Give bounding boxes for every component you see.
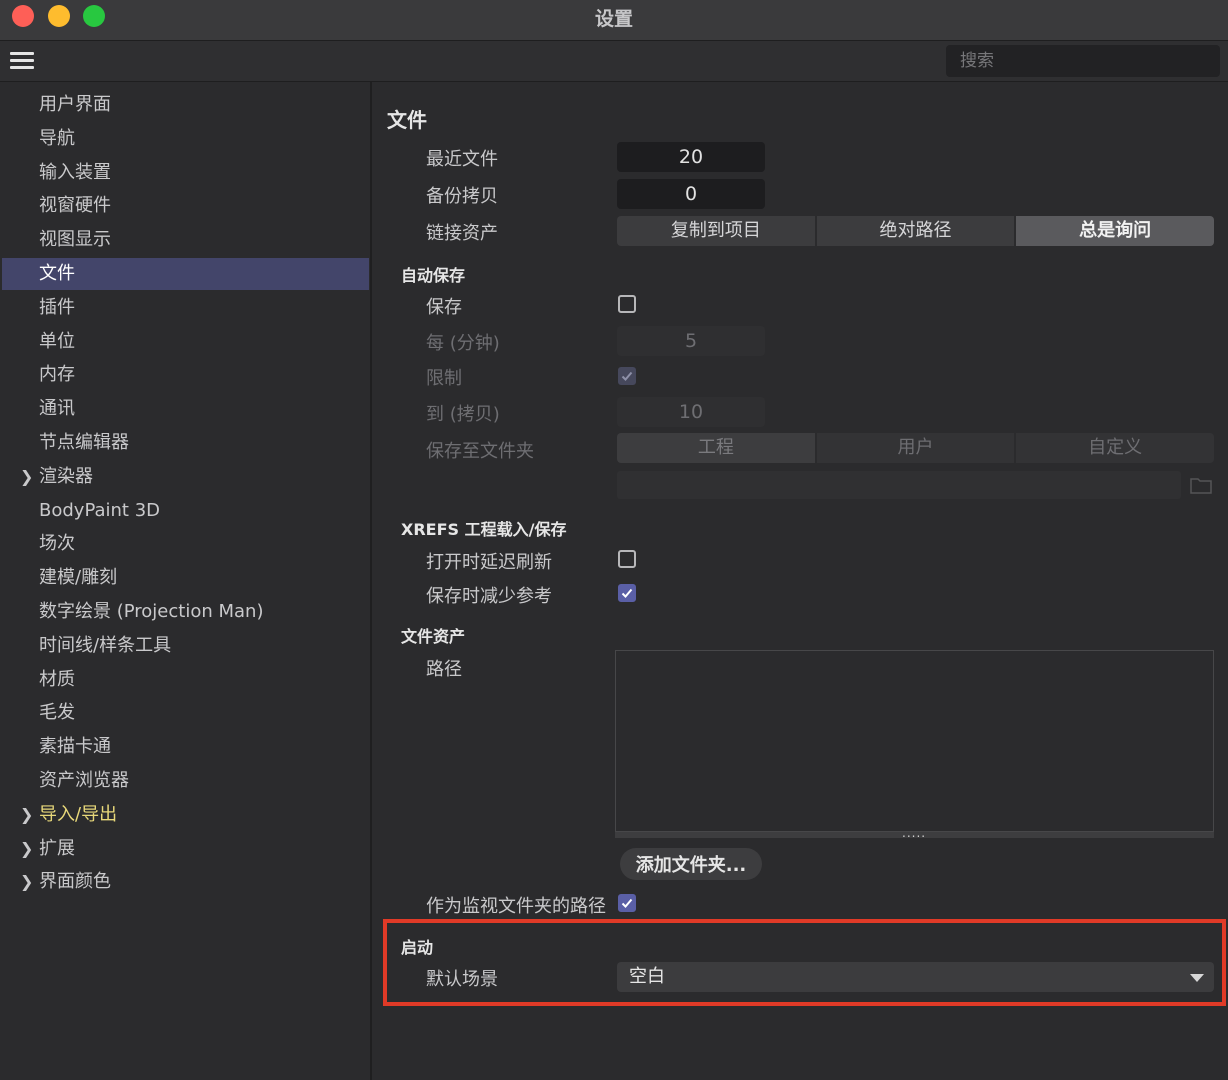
- autosave-save-checkbox[interactable]: [618, 295, 636, 313]
- sidebar-item-hair[interactable]: 毛发: [2, 697, 369, 729]
- chevron-right-icon[interactable]: ❯: [20, 866, 33, 898]
- sidebar-item-takes[interactable]: 场次: [2, 528, 369, 560]
- sidebar-item-projection-man[interactable]: 数字绘景 (Projection Man): [2, 596, 369, 628]
- chevron-right-icon[interactable]: ❯: [20, 799, 33, 831]
- autosave-folder-segmented: 工程 用户 自定义: [617, 433, 1215, 463]
- xrefs-section-title: XREFS 工程载入/保存: [401, 520, 567, 539]
- toolbar: [0, 41, 1228, 82]
- sidebar-item-interface-colors[interactable]: ❯ 界面颜色: [2, 866, 369, 898]
- recent-files-field[interactable]: 20: [617, 142, 765, 172]
- settings-panel: 文件 最近文件 20 备份拷贝 0 链接资产 复制到项目 绝对路径 总是询问 自…: [372, 82, 1228, 1080]
- autosave-limit-label: 限制: [426, 368, 462, 389]
- autosave-to-label: 到 (拷贝): [426, 404, 500, 425]
- autosave-every-label: 每 (分钟): [426, 333, 500, 354]
- resize-handle[interactable]: .....: [615, 826, 1214, 840]
- sidebar-item-files[interactable]: 文件: [2, 258, 369, 290]
- sidebar-item-memory[interactable]: 内存: [2, 359, 369, 391]
- autosave-to-field[interactable]: 10: [617, 397, 765, 427]
- backup-copies-label: 备份拷贝: [426, 186, 498, 207]
- page-title: 文件: [387, 108, 427, 132]
- window-title: 设置: [594, 8, 633, 30]
- checkmark-icon: [621, 588, 633, 598]
- watch-folder-label: 作为监视文件夹的路径: [426, 896, 606, 917]
- link-assets-segmented: 复制到项目 绝对路径 总是询问: [617, 216, 1215, 246]
- checkmark-icon: [621, 371, 633, 381]
- sidebar-item-user-interface[interactable]: 用户界面: [2, 89, 369, 121]
- folder-icon[interactable]: [1190, 476, 1212, 494]
- autosave-folder-user-option[interactable]: 用户: [816, 433, 1015, 463]
- chevron-down-icon: [1190, 974, 1204, 982]
- autosave-path-field[interactable]: [617, 471, 1181, 499]
- sidebar-item-viewport-hardware[interactable]: 视窗硬件: [2, 190, 369, 222]
- sidebar: 用户界面 导航 输入装置 视窗硬件 视图显示 文件 插件 单位 内存 通讯 节点…: [0, 82, 372, 1080]
- link-assets-absolute-option[interactable]: 绝对路径: [816, 216, 1015, 246]
- default-scene-label: 默认场景: [426, 969, 498, 990]
- checkmark-icon: [621, 898, 633, 908]
- path-label: 路径: [426, 659, 462, 680]
- delay-refresh-checkbox[interactable]: [618, 550, 636, 568]
- recent-files-label: 最近文件: [426, 149, 498, 170]
- startup-section-title: 启动: [401, 938, 434, 957]
- sidebar-item-asset-browser[interactable]: 资产浏览器: [2, 765, 369, 797]
- search-input[interactable]: [946, 45, 1220, 77]
- sidebar-item-materials[interactable]: 材质: [2, 664, 369, 696]
- reduce-refs-label: 保存时减少参考: [426, 586, 552, 607]
- link-assets-ask-option[interactable]: 总是询问: [1016, 216, 1215, 246]
- sidebar-item-timeline-spline[interactable]: 时间线/样条工具: [2, 630, 369, 662]
- autosave-save-label: 保存: [426, 297, 462, 318]
- autosave-section-title: 自动保存: [401, 266, 466, 285]
- chevron-right-icon[interactable]: ❯: [20, 461, 33, 493]
- sidebar-item-renderer[interactable]: ❯ 渲染器: [2, 461, 369, 493]
- backup-copies-field[interactable]: 0: [617, 179, 765, 209]
- chevron-right-icon[interactable]: ❯: [20, 833, 33, 865]
- sidebar-item-input-devices[interactable]: 输入装置: [2, 157, 369, 189]
- default-scene-dropdown[interactable]: 空白: [617, 962, 1214, 992]
- sidebar-item-sketch-toon[interactable]: 素描卡通: [2, 731, 369, 763]
- sidebar-item-navigation[interactable]: 导航: [2, 123, 369, 155]
- autosave-limit-checkbox[interactable]: [618, 367, 636, 385]
- autosave-folder-custom-option[interactable]: 自定义: [1016, 433, 1215, 463]
- reduce-refs-checkbox[interactable]: [618, 584, 636, 602]
- autosave-folder-project-option[interactable]: 工程: [617, 433, 815, 463]
- sidebar-item-bodypaint[interactable]: BodyPaint 3D: [2, 495, 369, 527]
- sidebar-item-extensions[interactable]: ❯ 扩展: [2, 833, 369, 865]
- watch-folder-checkbox[interactable]: [618, 894, 636, 912]
- add-folder-button[interactable]: 添加文件夹...: [620, 848, 762, 880]
- link-assets-label: 链接资产: [426, 223, 498, 244]
- title-bar: 设置: [0, 0, 1228, 41]
- sidebar-item-plugins[interactable]: 插件: [2, 292, 369, 324]
- file-assets-section-title: 文件资产: [401, 627, 466, 646]
- asset-paths-list[interactable]: [615, 650, 1214, 832]
- default-scene-value: 空白: [629, 966, 665, 987]
- hamburger-icon[interactable]: [10, 52, 34, 70]
- delay-refresh-label: 打开时延迟刷新: [426, 552, 552, 573]
- sidebar-item-import-export[interactable]: ❯ 导入/导出: [2, 799, 369, 831]
- link-assets-copy-option[interactable]: 复制到项目: [617, 216, 815, 246]
- autosave-every-field[interactable]: 5: [617, 326, 765, 356]
- sidebar-item-view-display[interactable]: 视图显示: [2, 224, 369, 256]
- sidebar-item-communication[interactable]: 通讯: [2, 393, 369, 425]
- sidebar-item-units[interactable]: 单位: [2, 326, 369, 358]
- sidebar-item-modeling-sculpting[interactable]: 建模/雕刻: [2, 562, 369, 594]
- sidebar-item-node-editor[interactable]: 节点编辑器: [2, 427, 369, 459]
- resize-handle-dots: .....: [902, 826, 927, 840]
- autosave-folder-label: 保存至文件夹: [426, 441, 534, 462]
